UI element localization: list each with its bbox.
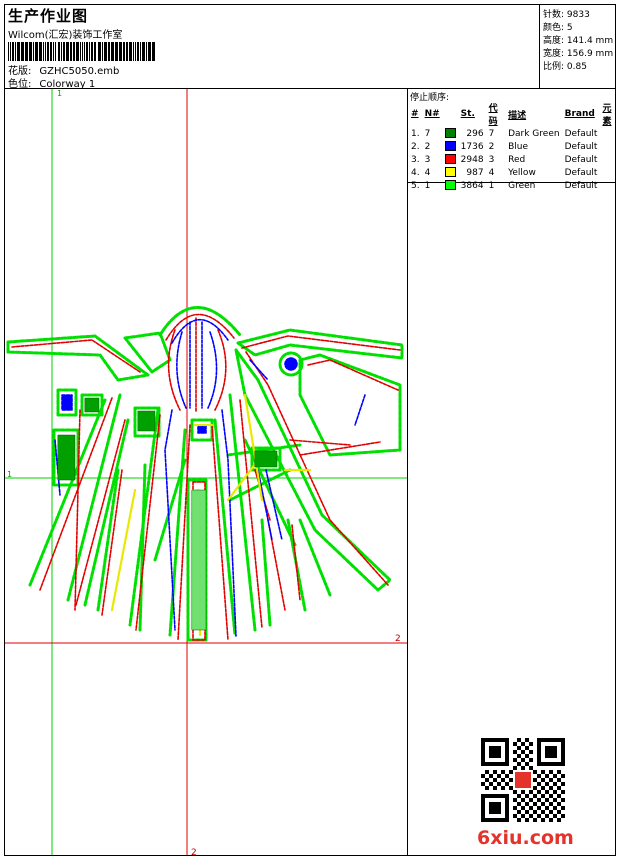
header-info: 生产作业图 Wilcom(汇宏)装饰工作室 花版: GZHC5050.emb 色位… <box>5 5 539 90</box>
row-swatch <box>443 140 459 153</box>
row-stitches: 987 <box>466 167 484 178</box>
embroidery-design <box>6 306 404 642</box>
row-desc: Yellow <box>508 167 536 178</box>
row-stitches: 296 <box>466 128 484 139</box>
row-needle: 1 <box>424 180 431 191</box>
embroidery-preview: 1 1 2 2 <box>5 89 407 855</box>
row-brand: Default <box>564 167 598 178</box>
row-element <box>600 127 620 140</box>
row-code: 7 <box>488 128 495 139</box>
row-brand: Default <box>564 128 598 139</box>
row-desc: Red <box>508 154 526 165</box>
row-needle: 2 <box>424 141 431 152</box>
col-desc: 描述 <box>508 110 527 121</box>
row-code: 3 <box>488 154 495 165</box>
row-desc: Blue <box>508 141 529 152</box>
panel-divider <box>407 88 408 855</box>
color-swatch <box>444 141 456 152</box>
guide-label-left: 1 <box>7 470 12 479</box>
sheet-title: 生产作业图 <box>8 7 89 25</box>
row-stitches: 1736 <box>460 141 484 152</box>
row-index: 2. <box>411 141 420 152</box>
row-code: 4 <box>488 167 495 178</box>
row-stitches: 2948 <box>460 154 484 165</box>
color-row: 2. 2 1736 2 Blue Default <box>409 140 620 153</box>
color-row: 5. 1 3864 1 Green Default <box>409 179 620 192</box>
stats-panel: 针数: 9833 颜色: 5 高度: 141.4 mm 宽度: 156.9 mm… <box>539 5 616 88</box>
col-needle: N# <box>424 109 440 119</box>
row-needle: 3 <box>424 154 431 165</box>
row-index: 5. <box>411 180 420 191</box>
col-element: 元素 <box>602 104 612 127</box>
row-stitches: 3864 <box>460 180 484 191</box>
row-needle: 4 <box>424 167 431 178</box>
row-code: 2 <box>488 141 495 152</box>
row-code: 1 <box>488 180 495 191</box>
row-index: 4. <box>411 167 420 178</box>
color-swatch <box>444 167 456 178</box>
row-element <box>600 153 620 166</box>
stat-height: 高度: 141.4 mm <box>543 36 614 46</box>
color-swatch <box>444 154 456 165</box>
stat-stitches: 针数: 9833 <box>543 10 590 20</box>
color-swatch <box>444 180 456 191</box>
row-index: 1. <box>411 128 420 139</box>
barcode <box>8 42 155 61</box>
row-desc: Green <box>508 180 536 191</box>
color-swatch <box>444 128 456 139</box>
company-name: Wilcom(汇宏)装饰工作室 <box>8 30 123 41</box>
row-brand: Default <box>564 141 598 152</box>
col-brand: Brand <box>564 109 595 119</box>
row-element <box>600 166 620 179</box>
color-row: 3. 3 2948 3 Red Default <box>409 153 620 166</box>
row-swatch <box>443 127 459 140</box>
row-swatch <box>443 153 459 166</box>
col-index: # <box>411 109 419 119</box>
watermark: 6xiu.com <box>477 827 574 849</box>
stat-colors: 颜色: 5 <box>543 23 573 33</box>
col-swatch <box>443 101 459 127</box>
row-index: 3. <box>411 154 420 165</box>
color-row: 4. 4 987 4 Yellow Default <box>409 166 620 179</box>
col-code: 代码 <box>488 104 498 127</box>
row-brand: Default <box>564 180 598 191</box>
stat-scale: 比例: 0.85 <box>543 62 587 72</box>
row-element <box>600 140 620 153</box>
guide-label-top: 1 <box>57 89 62 98</box>
col-stitches: St. <box>460 109 475 119</box>
stat-width: 宽度: 156.9 mm <box>543 49 614 59</box>
row-swatch <box>443 166 459 179</box>
color-table: # N# St. 代码 描述 Brand 元素 1. 7 296 7 Dark Gree… <box>409 101 620 192</box>
row-needle: 7 <box>424 128 431 139</box>
row-element <box>600 179 620 192</box>
qr-code <box>481 738 565 822</box>
color-row: 1. 7 296 7 Dark Green Default <box>409 127 620 140</box>
row-desc: Dark Green <box>508 128 560 139</box>
color-table-header: # N# St. 代码 描述 Brand 元素 <box>409 101 620 127</box>
row-brand: Default <box>564 154 598 165</box>
guide-label-right: 2 <box>395 634 401 644</box>
row-swatch <box>443 179 459 192</box>
guide-label-bottom: 2 <box>191 848 197 855</box>
